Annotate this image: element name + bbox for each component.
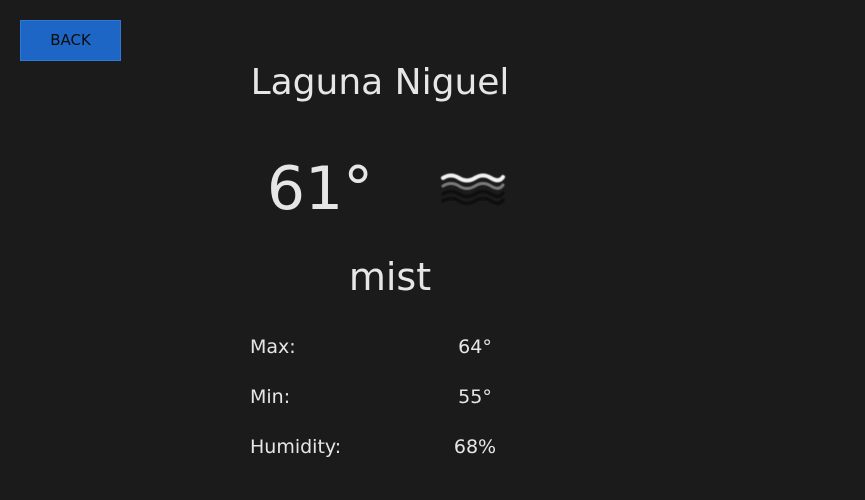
max-value: 64°	[458, 336, 492, 358]
mist-icon	[440, 168, 506, 212]
weather-condition: mist	[348, 255, 432, 299]
min-label: Min:	[250, 386, 291, 408]
city-name: Laguna Niguel	[250, 62, 510, 103]
humidity-label: Humidity:	[250, 436, 342, 458]
max-label: Max:	[250, 336, 296, 358]
back-button[interactable]: BACK	[20, 20, 121, 61]
current-temperature: 61°	[266, 154, 374, 224]
humidity-value: 68%	[453, 436, 497, 458]
min-value: 55°	[458, 386, 492, 408]
